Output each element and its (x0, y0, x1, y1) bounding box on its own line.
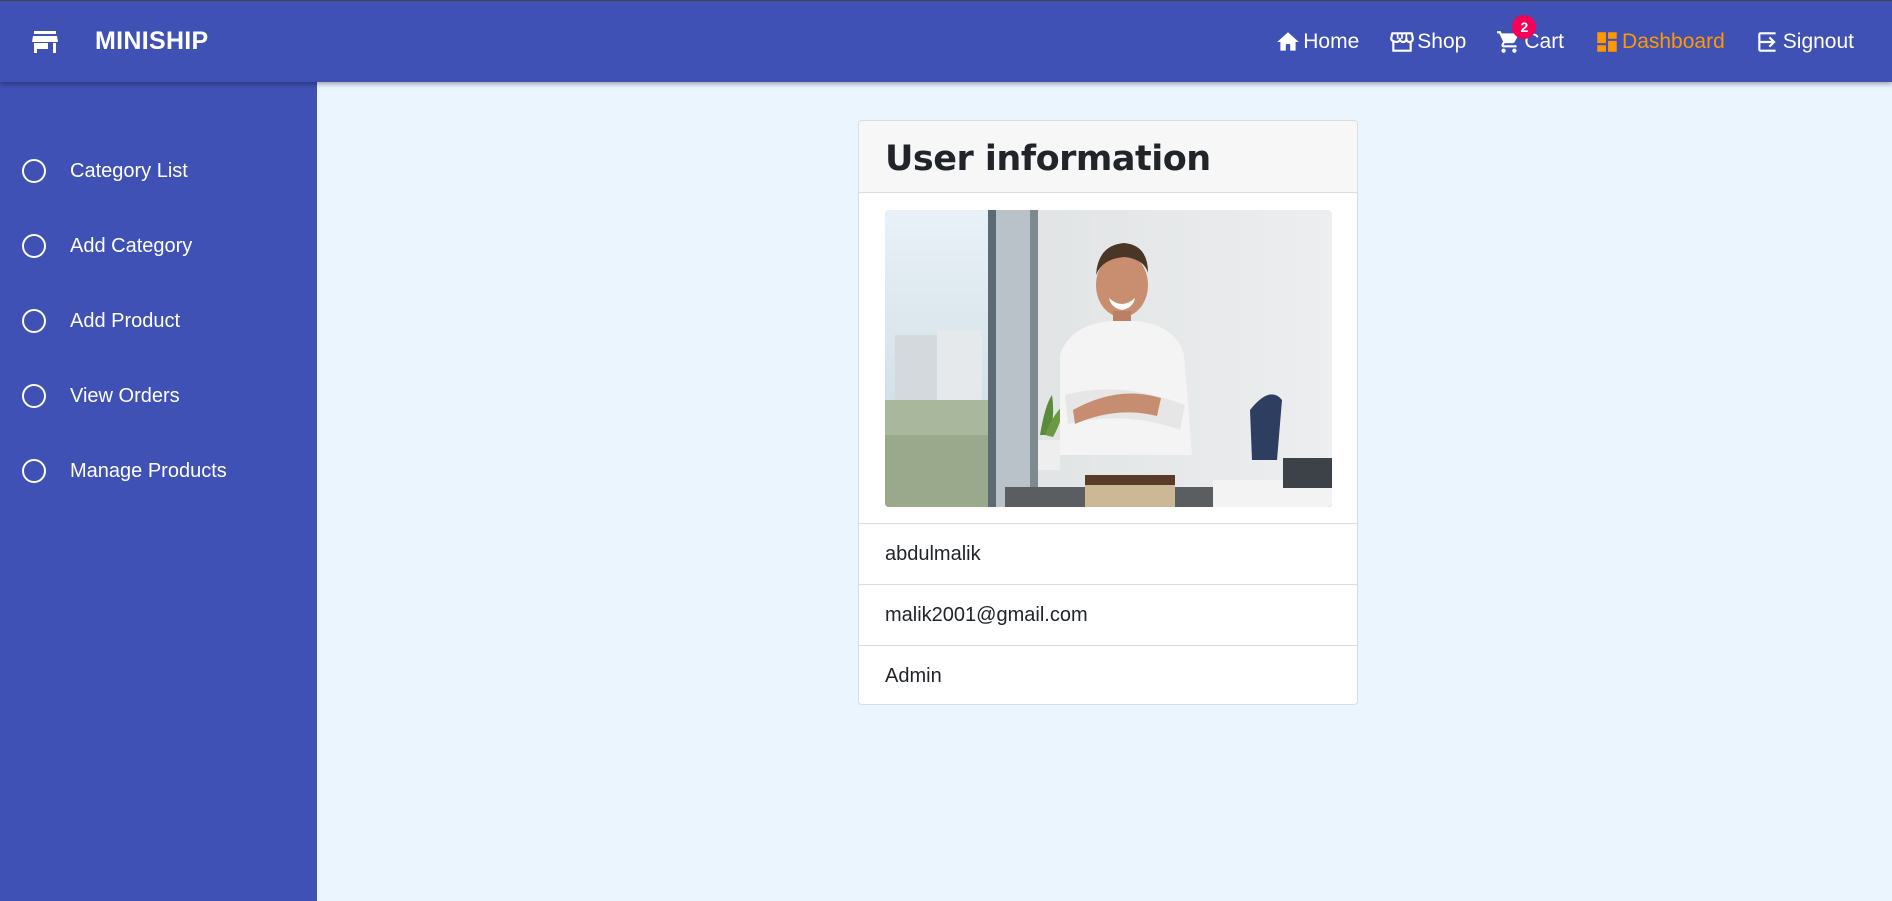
circle-icon (22, 384, 46, 408)
nav-shop-label: Shop (1417, 30, 1467, 53)
sidebar-item-category-list[interactable]: Category List (0, 141, 317, 201)
profile-photo (885, 210, 1332, 507)
circle-icon (22, 309, 46, 333)
user-info-card: User information abdulmalik malik2001@gm… (858, 120, 1358, 705)
circle-icon (22, 234, 46, 258)
sidebar-item-add-product[interactable]: Add Product (0, 291, 317, 351)
nav-signout-label: Signout (1782, 30, 1854, 53)
dashboard-icon (1597, 32, 1617, 52)
user-role: Admin (859, 645, 1357, 704)
nav-cart-link[interactable]: 2 Cart (1496, 15, 1564, 59)
sidebar-item-label: Add Category (70, 234, 193, 257)
sidebar-item-view-orders[interactable]: View Orders (0, 366, 317, 426)
card-title: User information (885, 139, 1211, 179)
signout-icon (1758, 32, 1776, 52)
sidebar-item-manage-products[interactable]: Manage Products (0, 441, 317, 501)
nav-dashboard-label: Dashboard (1622, 30, 1725, 53)
nav-shop-link[interactable]: Shop (1389, 25, 1466, 59)
nav-dashboard-link[interactable]: Dashboard (1594, 25, 1725, 59)
storefront-icon (1390, 32, 1415, 52)
nav-home-link[interactable]: Home (1275, 25, 1359, 59)
brand-name[interactable]: MINISHIP (95, 27, 209, 56)
nav-signout-link[interactable]: Signout (1755, 25, 1854, 59)
sidebar-item-label: Manage Products (70, 459, 227, 482)
main-nav: Home Shop 2 Cart Dashboard Signout (1245, 15, 1854, 59)
home-icon (1277, 32, 1300, 51)
user-email: malik2001@gmail.com (859, 584, 1357, 645)
sidebar-item-label: Category List (70, 159, 188, 182)
top-navbar: MINISHIP Home Shop 2 Cart Dashboard Sign… (0, 0, 1892, 82)
sidebar-item-label: Add Product (70, 309, 181, 332)
sidebar-item-label: View Orders (70, 384, 180, 407)
sidebar: Category List Add Category Add Product V… (0, 82, 317, 901)
nav-home-label: Home (1303, 30, 1360, 53)
sidebar-item-add-category[interactable]: Add Category (0, 216, 317, 276)
store-icon[interactable] (32, 31, 58, 53)
user-username: abdulmalik (859, 523, 1357, 584)
profile-photo-image (885, 210, 1332, 507)
circle-icon (22, 159, 46, 183)
circle-icon (22, 459, 46, 483)
